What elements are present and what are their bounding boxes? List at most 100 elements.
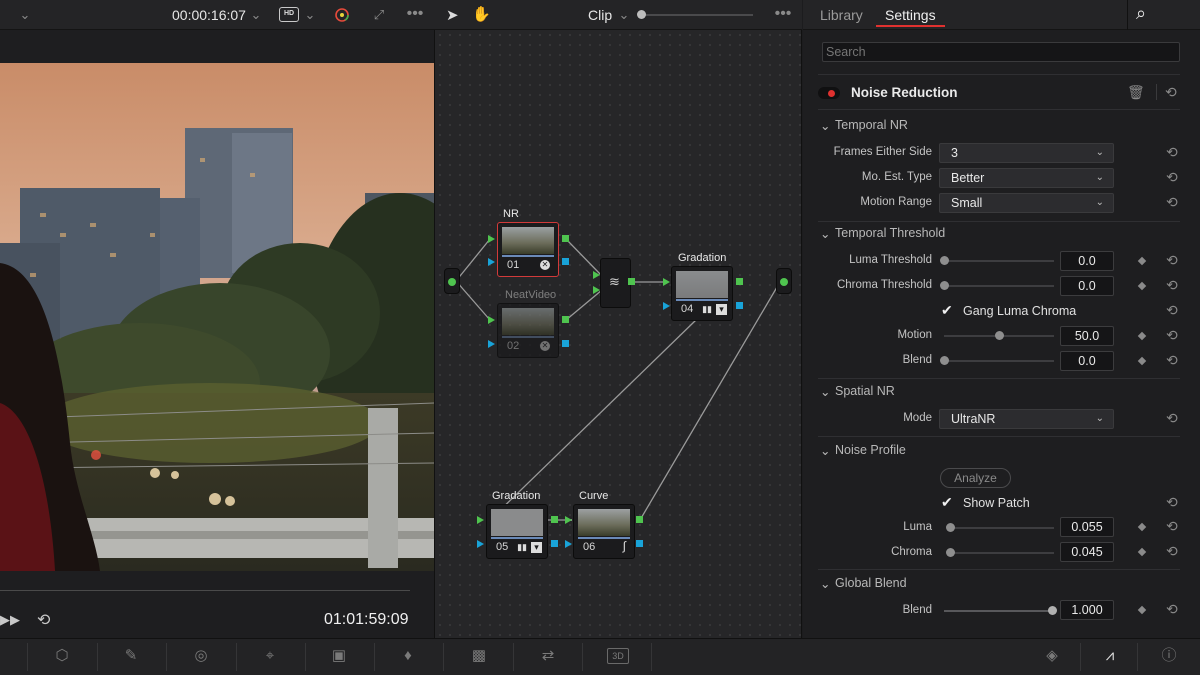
chevron-down-icon[interactable]: ⌄ [820,226,830,241]
node-key-input-pin[interactable] [565,540,572,548]
frames-either-side-dropdown[interactable]: 3 ⌄ [939,143,1114,163]
node-output-pin[interactable] [636,516,643,523]
chevron-down-icon[interactable]: ⌄ [820,443,830,458]
node-key-output-pin[interactable] [562,340,569,347]
node-key-input-pin[interactable] [663,302,670,310]
reset-icon[interactable]: ⟲ [1166,302,1178,319]
node-04[interactable]: 04 ▮▮ ▾ [671,266,733,321]
search-icon[interactable]: ⌕ [1136,3,1146,24]
slider-knob[interactable] [995,331,1004,340]
node-key-input-pin[interactable] [477,540,484,548]
node-01[interactable]: 01 ✕ [497,222,559,277]
blend-slider[interactable] [944,360,1054,362]
node-key-output-pin[interactable] [636,540,643,547]
node-input-pin[interactable] [477,516,484,524]
hd-monitor-icon[interactable]: HD [279,7,299,22]
input-node[interactable] [444,268,460,294]
chevron-down-icon[interactable]: ⌄ [820,576,830,591]
window-icon[interactable]: ◎ [189,644,213,668]
reset-icon[interactable]: ⟲ [1166,169,1178,186]
chroma-threshold-value[interactable]: 0.0 [1060,276,1114,296]
node-input-pin[interactable] [488,316,495,324]
search-input[interactable] [822,42,1180,62]
noise-luma-slider[interactable] [950,527,1054,529]
show-patch-checkbox[interactable]: ✔ [941,495,954,509]
noise-chroma-slider[interactable] [950,552,1054,554]
reset-icon[interactable]: ⟲ [1166,601,1178,618]
fast-forward-icon[interactable]: ▶▶ [0,612,20,628]
global-blend-value[interactable]: 1.000 [1060,600,1114,620]
node-key-output-pin[interactable] [736,302,743,309]
node-key-input-pin[interactable] [488,340,495,348]
slider-knob[interactable] [940,356,949,365]
spatial-mode-dropdown[interactable]: UltraNR ⌄ [939,409,1114,429]
sizing-icon[interactable]: ⇄ [536,644,560,668]
node-05[interactable]: 05 ▮▮ ▾ [486,504,548,559]
output-pin[interactable] [780,278,788,286]
reset-icon[interactable]: ⟲ [1166,494,1178,511]
chevron-down-icon[interactable]: ⌄ [820,118,830,133]
reset-icon[interactable]: ⟲ [1166,352,1178,369]
luma-threshold-value[interactable]: 0.0 [1060,251,1114,271]
motion-range-dropdown[interactable]: Small ⌄ [939,193,1114,213]
quality-dropdown-icon[interactable]: ⌄ [302,5,318,25]
magic-mask-icon[interactable]: ▣ [327,644,351,668]
node-key-input-pin[interactable] [488,258,495,266]
mo-est-type-dropdown[interactable]: Better ⌄ [939,168,1114,188]
noise-chroma-value[interactable]: 0.045 [1060,542,1114,562]
mixer-input-pin[interactable] [593,286,600,294]
node-output-pin[interactable] [736,278,743,285]
key-icon[interactable]: ▩ [467,644,491,668]
loop-icon[interactable]: ⟲ [37,610,50,630]
reset-icon[interactable]: ⟲ [1166,518,1178,535]
chroma-threshold-slider[interactable] [944,285,1054,287]
layer-mixer-node[interactable]: ≋ [600,258,631,308]
scopes-icon[interactable]: ⩘ [1098,644,1122,668]
section-temporal-nr[interactable]: Temporal NR [835,118,908,132]
motion-value[interactable]: 50.0 [1060,326,1114,346]
chevron-down-icon[interactable]: ⌄ [820,384,830,399]
keyframes-icon[interactable]: ◈ [1040,644,1064,668]
tracker-icon[interactable]: ⌖ [258,644,282,668]
chevron-down-icon[interactable]: ⌄ [17,5,33,25]
mixer-output-pin[interactable] [628,278,635,285]
node-output-pin[interactable] [562,316,569,323]
reset-icon[interactable]: ⟲ [1165,84,1177,101]
info-icon[interactable]: ⓘ [1157,644,1181,668]
luma-threshold-slider[interactable] [944,260,1054,262]
input-pin[interactable] [448,278,456,286]
color-picker-icon[interactable] [333,6,351,24]
reset-icon[interactable]: ⟲ [1166,144,1178,161]
trash-icon[interactable]: 🗑 [1127,84,1145,101]
section-temporal-threshold[interactable]: Temporal Threshold [835,226,945,240]
reset-icon[interactable]: ⟲ [1166,327,1178,344]
node-output-pin[interactable] [551,516,558,523]
timeline-scrubber[interactable] [0,590,410,591]
tab-library[interactable]: Library [820,7,863,23]
reset-icon[interactable]: ⟲ [1166,543,1178,560]
node-key-output-pin[interactable] [551,540,558,547]
3d-icon[interactable]: 3D [607,648,629,664]
section-noise-profile[interactable]: Noise Profile [835,443,906,457]
slider-knob[interactable] [940,256,949,265]
node-06[interactable]: 06 ∫ [573,504,635,559]
blur-icon[interactable]: ♦ [396,644,420,668]
timecode-dropdown-icon[interactable]: ⌄ [248,5,264,25]
fullscreen-icon[interactable]: ⤢ [370,5,388,25]
slider-knob[interactable] [946,548,955,557]
reset-icon[interactable]: ⟲ [1166,277,1178,294]
mixer-input-pin[interactable] [593,271,600,279]
node-input-pin[interactable] [488,235,495,243]
analyze-button[interactable]: Analyze [940,468,1011,488]
reset-icon[interactable]: ⟲ [1166,252,1178,269]
viewer-timecode[interactable]: 00:00:16:07 [172,7,246,23]
node-key-output-pin[interactable] [562,258,569,265]
effect-enable-toggle[interactable] [818,87,840,99]
node-input-pin[interactable] [663,278,670,286]
node-input-pin[interactable] [565,516,572,524]
tab-settings[interactable]: Settings [885,7,936,23]
blend-value[interactable]: 0.0 [1060,351,1114,371]
slider-knob[interactable] [1048,606,1057,615]
gang-luma-chroma-checkbox[interactable]: ✔ [941,303,954,317]
more-options-icon[interactable]: ••• [404,4,426,24]
